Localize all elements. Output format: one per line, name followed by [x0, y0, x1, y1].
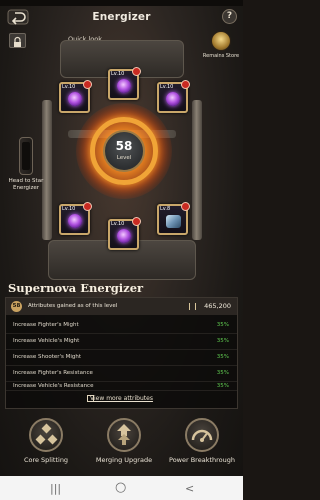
core-level-label: Level [116, 155, 132, 161]
energizer-slot[interactable]: Lv.10 [157, 80, 190, 113]
purple-orb-icon [117, 229, 131, 243]
head-to-star-label: Head to Star Energizer [8, 178, 44, 191]
energizer-name: Supernova Energizer [8, 281, 144, 295]
purple-orb-icon [68, 214, 82, 228]
lock-button[interactable] [9, 33, 26, 48]
attribute-name: Increase Fighter's Might [13, 322, 79, 328]
attributes-heading: Attributes gained as of this level [28, 303, 118, 309]
power-breakthrough-label: Power Breakthrough [169, 456, 235, 464]
slot-level: Lv.10 [160, 84, 174, 90]
remove-icon[interactable] [83, 80, 92, 89]
slot-level: Lv.10 [62, 206, 76, 212]
attributes-panel: 58 Attributes gained as of this level 46… [5, 297, 238, 409]
purple-orb-icon [166, 92, 180, 106]
star-energizer-tube-icon [19, 137, 33, 175]
slot-level: Lv.10 [111, 71, 125, 77]
view-more-attributes-link[interactable]: View more attributes [0, 395, 243, 402]
slot-level: Lv.8 [160, 206, 171, 212]
remove-icon[interactable] [181, 80, 190, 89]
attribute-row: Increase Shooter's Might 35% [6, 350, 237, 366]
power-breakthrough-icon [185, 418, 219, 452]
merging-upgrade-label: Merging Upgrade [95, 456, 153, 464]
remove-icon[interactable] [132, 217, 141, 226]
page-title: Energizer [92, 11, 151, 23]
android-nav-bar: ||| ○ < [0, 476, 243, 500]
energizer-slot[interactable]: Lv.8 [157, 202, 190, 235]
slot-level: Lv.10 [62, 84, 76, 90]
remains-store-icon [211, 31, 231, 51]
purple-orb-icon [68, 92, 82, 106]
power-icon [189, 303, 196, 310]
power-value: 465,200 [204, 302, 231, 310]
purple-orb-icon [117, 79, 131, 93]
attribute-name: Increase Shooter's Might [13, 354, 82, 360]
machine-right-pipe [192, 100, 202, 240]
energizer-slot[interactable]: Lv.10 [59, 202, 92, 235]
attribute-row: Increase Fighter's Resistance 35% [6, 366, 237, 382]
core-splitting-button[interactable]: Core Splitting [18, 418, 68, 468]
merging-upgrade-button[interactable]: Merging Upgrade [96, 418, 152, 468]
core-splitting-icon [29, 418, 63, 452]
head-to-star-button[interactable]: Head to Star Energizer [8, 137, 50, 199]
energizer-screen: Energizer ? Quick look Remains Store 58 … [0, 0, 243, 500]
attribute-row: Increase Fighter's Might 35% [6, 318, 237, 334]
remove-icon[interactable] [132, 67, 141, 76]
remove-icon[interactable] [83, 202, 92, 211]
attribute-row: Increase Vehicle's Resistance 35% [6, 382, 237, 391]
attribute-name: Increase Vehicle's Might [13, 338, 80, 344]
attribute-value: 35% [216, 322, 229, 328]
slot-level: Lv.10 [111, 221, 125, 227]
attribute-value: 35% [216, 383, 229, 389]
attribute-value: 35% [216, 370, 229, 376]
power-breakthrough-button[interactable]: Power Breakthrough [169, 418, 235, 468]
header: Energizer ? [0, 6, 243, 28]
merging-upgrade-icon [107, 418, 141, 452]
attributes-list[interactable]: Increase Fighter's Might 35% Increase Ve… [6, 318, 237, 391]
steel-cube-icon [166, 215, 181, 228]
recents-icon[interactable]: ||| [50, 482, 61, 495]
back-arrow-icon[interactable] [7, 9, 29, 25]
attribute-value: 35% [216, 338, 229, 344]
attribute-value: 35% [216, 354, 229, 360]
attribute-name: Increase Fighter's Resistance [13, 370, 93, 376]
attribute-row: Increase Vehicle's Might 35% [6, 334, 237, 350]
core-splitting-label: Core Splitting [23, 456, 69, 464]
core-level-value: 58 [115, 139, 133, 153]
help-button[interactable]: ? [222, 9, 237, 24]
energizer-core[interactable]: 58 Level [103, 130, 145, 172]
energizer-slot[interactable]: Lv.10 [59, 80, 92, 113]
remove-icon[interactable] [181, 202, 190, 211]
energizer-slot[interactable]: Lv.10 [108, 217, 141, 250]
back-nav-icon[interactable]: < [185, 482, 194, 495]
level-badge: 58 [11, 301, 22, 312]
home-icon[interactable]: ○ [115, 480, 126, 495]
attributes-header: 58 Attributes gained as of this level 46… [6, 298, 237, 315]
attribute-name: Increase Vehicle's Resistance [13, 383, 94, 389]
energizer-slot[interactable]: Lv.10 [108, 67, 141, 100]
lock-icon [14, 36, 21, 47]
remains-store-button[interactable]: Remains Store [203, 31, 239, 63]
